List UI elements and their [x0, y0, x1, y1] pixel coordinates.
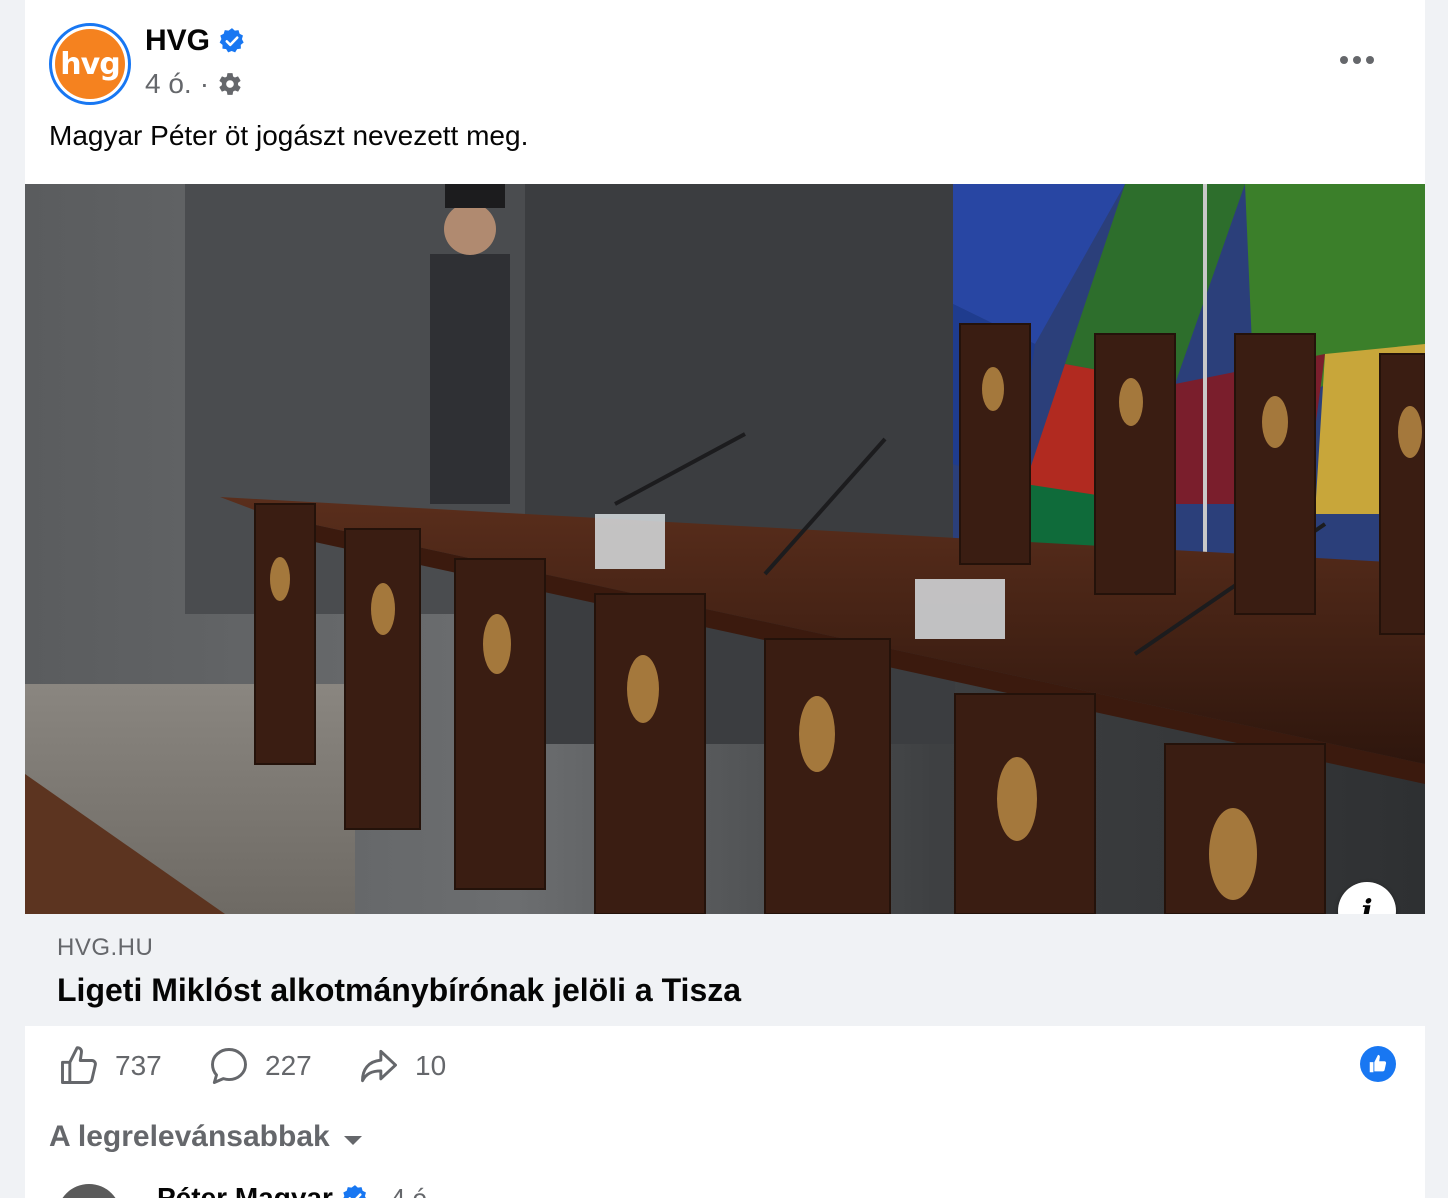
share-icon: [361, 1049, 397, 1083]
gear-icon: [219, 73, 241, 95]
more-icon-dot: [1340, 56, 1348, 64]
caret-down-icon: [343, 1135, 362, 1145]
share-count: 10: [415, 1050, 447, 1081]
comment-icon: [211, 1048, 247, 1084]
post-meta: 4 ó. ·: [145, 68, 243, 100]
post-time[interactable]: 4 ó.: [145, 68, 192, 100]
like-reaction-icon[interactable]: [1360, 1046, 1396, 1082]
comment-sort-label: A legrelevánsabbak: [49, 1120, 330, 1153]
page-avatar[interactable]: hvg: [49, 23, 131, 105]
link-domain: HVG.HU: [57, 934, 154, 961]
link-preview-image[interactable]: [25, 184, 1425, 914]
comment-author-row: Péter Magyar 4 ó.: [157, 1182, 434, 1198]
comment-avatar[interactable]: [57, 1184, 121, 1198]
verified-icon: [219, 28, 244, 53]
like-button[interactable]: 737: [57, 1042, 162, 1090]
comment-sort-button[interactable]: A legrelevánsabbak: [49, 1120, 362, 1154]
meta-separator: ·: [199, 68, 210, 99]
page-name[interactable]: HVG: [145, 24, 210, 58]
more-options-button[interactable]: [1335, 40, 1379, 80]
link-title[interactable]: Ligeti Miklóst alkotmánybírónak jelöli a…: [57, 972, 741, 1009]
comment-time[interactable]: 4 ó.: [391, 1183, 434, 1198]
comment-count: 227: [265, 1050, 312, 1081]
page-name-row: HVG: [145, 24, 246, 58]
post-card: hvg HVG 4 ó. · Magyar Péter öt jogászt n…: [25, 0, 1425, 1198]
thumb-up-icon: [1369, 1054, 1387, 1073]
courtroom-photo: [25, 184, 1425, 914]
verified-icon: [343, 1185, 366, 1198]
like-icon: [61, 1046, 97, 1084]
more-icon-dot: [1353, 56, 1361, 64]
comment-author[interactable]: Péter Magyar: [157, 1182, 333, 1198]
more-icon-dot: [1366, 56, 1374, 64]
like-count: 737: [115, 1050, 162, 1081]
scrollbar[interactable]: [1424, 0, 1425, 160]
link-preview[interactable]: HVG.HU Ligeti Miklóst alkotmánybírónak j…: [25, 914, 1425, 1026]
post-text: Magyar Péter öt jogászt nevezett meg.: [49, 120, 529, 151]
hvg-logo: hvg: [55, 29, 125, 99]
comment-button[interactable]: 227: [207, 1042, 312, 1090]
share-button[interactable]: 10: [357, 1042, 446, 1090]
